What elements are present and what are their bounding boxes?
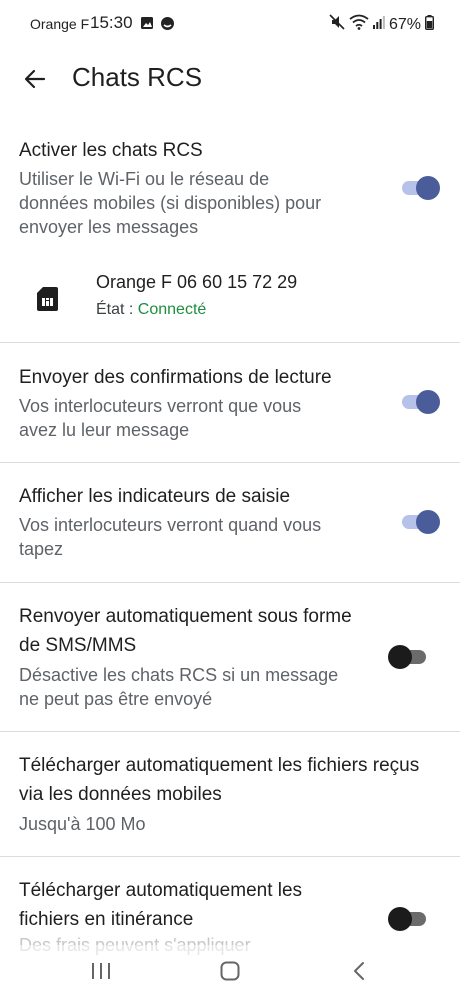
setting-subtitle-line: données mobiles (si disponibles) pour bbox=[19, 193, 322, 213]
setting-subtitle-line: Vos interlocuteurs verront quand vous bbox=[19, 515, 322, 535]
setting-subtitle-line: avez lu leur message bbox=[19, 420, 190, 440]
home-icon bbox=[220, 961, 240, 981]
read-receipts-toggle[interactable] bbox=[398, 389, 442, 415]
recent-apps-button[interactable] bbox=[86, 957, 116, 985]
setting-title-line: fichiers en itinérance bbox=[19, 909, 194, 930]
divider bbox=[0, 342, 460, 343]
setting-title-line: Renvoyer automatiquement sous forme bbox=[19, 606, 352, 627]
wifi-icon bbox=[349, 14, 369, 35]
system-nav-bar bbox=[0, 945, 460, 997]
setting-subtitle-line: envoyer les messages bbox=[19, 217, 199, 237]
recent-apps-icon bbox=[92, 963, 110, 979]
status-bar: Orange F 15:30 67% bbox=[0, 0, 460, 50]
status-time: 15:30 bbox=[90, 13, 133, 32]
sim-state: État : Connecté bbox=[96, 301, 206, 319]
setting-subtitle-line: Jusqu'à 100 Mo bbox=[19, 814, 146, 834]
status-carrier: Orange F bbox=[30, 16, 90, 32]
battery-percent: 67% bbox=[388, 15, 421, 33]
back-nav-icon bbox=[354, 962, 364, 980]
back-arrow-icon bbox=[24, 69, 46, 89]
back-button[interactable] bbox=[18, 62, 52, 96]
divider bbox=[0, 731, 460, 732]
signal-icon bbox=[372, 15, 385, 34]
toggle-thumb bbox=[388, 645, 412, 669]
roaming-download-toggle[interactable] bbox=[388, 906, 432, 932]
back-nav-button[interactable] bbox=[344, 957, 374, 985]
top-app-bar: Chats RCS bbox=[0, 50, 460, 110]
gallery-icon bbox=[140, 16, 154, 36]
setting-title: Envoyer des confirmations de lecture bbox=[19, 367, 332, 388]
setting-title: Afficher les indicateurs de saisie bbox=[19, 486, 291, 507]
toggle-thumb bbox=[416, 176, 440, 200]
setting-subtitle-line: Utiliser le Wi-Fi ou le réseau de bbox=[19, 169, 270, 189]
toggle-thumb bbox=[416, 390, 440, 414]
divider bbox=[0, 582, 460, 583]
setting-title-line: Télécharger automatiquement les bbox=[19, 880, 303, 901]
divider bbox=[0, 462, 460, 463]
mute-icon bbox=[329, 14, 345, 35]
divider bbox=[0, 856, 460, 857]
setting-subtitle-line: tapez bbox=[19, 539, 64, 559]
setting-subtitle-line: ne peut pas être envoyé bbox=[19, 689, 213, 709]
enable-rcs-toggle[interactable] bbox=[398, 175, 442, 201]
toggle-thumb bbox=[416, 510, 440, 534]
setting-title-line: de SMS/MMS bbox=[19, 635, 137, 656]
notification-icons bbox=[140, 16, 175, 36]
sim-state-label: État : bbox=[96, 301, 138, 318]
page-title: Chats RCS bbox=[72, 62, 203, 92]
status-right: 67% bbox=[329, 14, 434, 35]
battery-icon bbox=[424, 14, 434, 35]
sms-fallback-toggle[interactable] bbox=[388, 644, 432, 670]
setting-subtitle-line: Désactive les chats RCS si un message bbox=[19, 665, 339, 685]
messenger-icon bbox=[160, 16, 175, 36]
setting-title: Activer les chats RCS bbox=[19, 140, 203, 161]
setting-title-line: via les données mobiles bbox=[19, 784, 222, 805]
toggle-thumb bbox=[388, 907, 412, 931]
sim-number: Orange F 06 60 15 72 29 bbox=[96, 272, 298, 292]
typing-indicators-toggle[interactable] bbox=[398, 509, 442, 535]
setting-title-line: Télécharger automatiquement les fichiers… bbox=[19, 755, 420, 776]
setting-subtitle-line: Vos interlocuteurs verront que vous bbox=[19, 396, 302, 416]
sim-card-icon bbox=[37, 287, 58, 311]
sim-state-value: Connecté bbox=[137, 301, 207, 318]
home-button[interactable] bbox=[215, 957, 245, 985]
